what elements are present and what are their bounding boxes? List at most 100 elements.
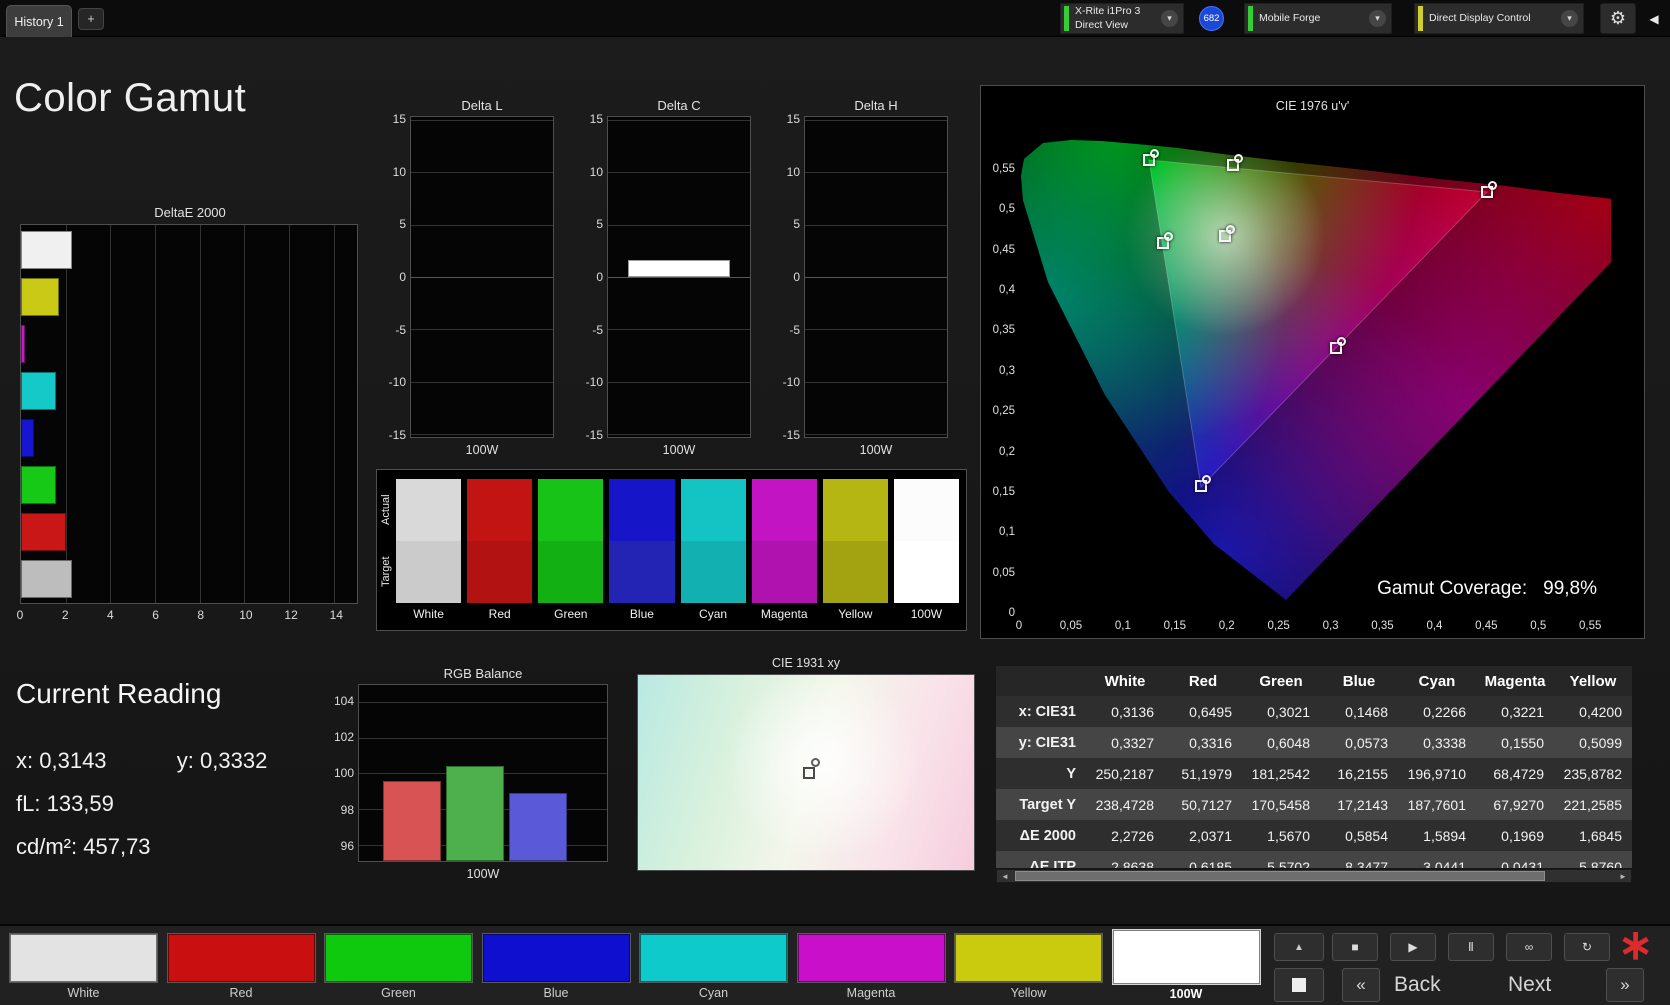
target-swatch bbox=[680, 541, 746, 603]
table-row-1: x: CIE31 0,3136 0,6495 0,3021 0,1468 0,2266 0,… bbox=[996, 696, 1632, 727]
rgb-gridline bbox=[359, 701, 607, 703]
delta-gridline bbox=[608, 172, 750, 174]
deltae-bar-gray-100w bbox=[21, 560, 72, 598]
cie-1931-xy-chart: CIE 1931 xy bbox=[637, 656, 975, 871]
deltae-x-tick: 12 bbox=[284, 608, 298, 622]
target-swatch bbox=[396, 541, 462, 603]
scroll-left-icon[interactable]: ◄ bbox=[997, 872, 1013, 881]
delta-y-tick: 5 bbox=[596, 217, 603, 232]
gamut-coverage-label: Gamut Coverage: bbox=[1377, 578, 1528, 599]
swatch-column-cyan: Cyan bbox=[680, 479, 746, 621]
collapse-panel-button[interactable]: ◀ bbox=[1642, 8, 1666, 30]
table-cell: 5,5702 bbox=[1267, 858, 1310, 869]
pattern-button-blue[interactable]: Blue bbox=[481, 933, 631, 1000]
table-cell: 0,2266 bbox=[1423, 703, 1466, 720]
measured-marker-green bbox=[1149, 148, 1159, 158]
add-tab-button[interactable]: + bbox=[78, 8, 104, 30]
transport-play-button[interactable]: ▶ bbox=[1390, 933, 1436, 961]
rgb-balance-plot bbox=[358, 684, 608, 862]
transport-stop-button[interactable]: ■ bbox=[1332, 933, 1378, 961]
table-cell: 0,3136 bbox=[1111, 703, 1154, 720]
table-row-5: ΔE 2000 2,2726 2,0371 1,5670 0,5854 1,5894 0,1… bbox=[996, 820, 1632, 851]
status-led-icon bbox=[1248, 6, 1253, 31]
fl-value: 133,59 bbox=[46, 791, 114, 816]
settings-button[interactable]: ⚙ bbox=[1600, 3, 1636, 34]
chevron-down-icon[interactable]: ▾ bbox=[1161, 10, 1178, 27]
meter-ddc-text: Direct Display Control bbox=[1429, 12, 1556, 26]
transport-continuous-button[interactable]: ∞ bbox=[1506, 933, 1552, 961]
next-button[interactable]: Next bbox=[1508, 968, 1551, 1002]
actual-swatch bbox=[609, 479, 675, 541]
target-swatch bbox=[893, 541, 959, 603]
cie-x-tick: 0,1 bbox=[1114, 620, 1131, 632]
table-cell: 5,8760 bbox=[1579, 858, 1622, 869]
table-cell: 16,2155 bbox=[1337, 765, 1388, 782]
delta-y-tick: 10 bbox=[786, 164, 800, 179]
pattern-button-yellow[interactable]: Yellow bbox=[954, 933, 1103, 1000]
transport-pause-button[interactable]: Ⅱ bbox=[1448, 933, 1494, 961]
actual-row-label: Actual bbox=[380, 494, 392, 526]
meter-mobile-forge[interactable]: Mobile Forge ▾ bbox=[1244, 3, 1392, 34]
table-cell: 0,6048 bbox=[1267, 734, 1310, 751]
row-label: ΔE 2000 bbox=[1019, 827, 1076, 844]
chevron-down-icon[interactable]: ▾ bbox=[1369, 10, 1386, 27]
delta-gridline bbox=[805, 381, 947, 383]
table-cell: 0,3021 bbox=[1267, 703, 1310, 720]
expand-pattern-panel-button[interactable]: ▲ bbox=[1274, 933, 1324, 961]
scroll-right-icon[interactable]: ► bbox=[1615, 872, 1631, 881]
pattern-button-red[interactable]: Red bbox=[166, 933, 316, 1000]
pattern-button-magenta[interactable]: Magenta bbox=[796, 933, 946, 1000]
calibration-app-window: History 1 + X-Rite i1Pro 3 Direct View ▾… bbox=[0, 0, 1670, 1005]
cie-x-tick: 0,4 bbox=[1426, 620, 1443, 632]
deltae-gridline bbox=[154, 225, 156, 603]
actual-swatch bbox=[467, 479, 533, 541]
current-reading-xy: x: 0,3143 y: 0,3332 bbox=[16, 748, 267, 774]
table-cell: 0,6495 bbox=[1189, 703, 1232, 720]
transport-loop-button[interactable]: ↻ bbox=[1564, 933, 1610, 961]
rgb-y-tick: 96 bbox=[340, 838, 354, 853]
up-arrow-icon: ▲ bbox=[1294, 941, 1304, 953]
delta-y-tick: 0 bbox=[399, 270, 406, 284]
pattern-window-button[interactable] bbox=[1274, 968, 1324, 1002]
delta-y-tick: -10 bbox=[782, 375, 800, 390]
rgb-balance-title: RGB Balance bbox=[443, 666, 523, 681]
cie-x-tick: 0,3 bbox=[1322, 620, 1339, 632]
delta-gridline bbox=[608, 329, 750, 331]
row-label: x: CIE31 bbox=[1018, 703, 1076, 720]
cie-y-tick: 0,4 bbox=[999, 284, 1015, 297]
cie-y-tick: 0,35 bbox=[992, 324, 1015, 337]
rgb-balance-chart: RGB Balance 104 102 100 98 96 100W bbox=[330, 666, 608, 881]
chromaticity-horseshoe bbox=[1021, 140, 1611, 600]
back-chevron-button[interactable]: « bbox=[1342, 968, 1380, 1002]
y-value: 0,3332 bbox=[200, 748, 268, 773]
table-cell: 0,1468 bbox=[1345, 703, 1388, 720]
gear-icon: ⚙ bbox=[1609, 8, 1627, 28]
deltae-x-tick: 6 bbox=[152, 608, 159, 622]
pattern-button-white[interactable]: White bbox=[9, 933, 158, 1000]
scrollbar-thumb[interactable] bbox=[1015, 871, 1545, 881]
target-swatch bbox=[609, 541, 675, 603]
scrollbar-track[interactable] bbox=[1013, 870, 1615, 882]
cie-x-tick: 0,15 bbox=[1163, 620, 1186, 632]
back-button[interactable]: Back bbox=[1394, 968, 1441, 1002]
delta-gridline bbox=[411, 433, 553, 435]
deltae-gridline bbox=[244, 225, 246, 603]
table-horizontal-scrollbar[interactable]: ◄ ► bbox=[996, 869, 1632, 883]
pattern-button-cyan[interactable]: Cyan bbox=[639, 933, 788, 1000]
row-label: Target Y bbox=[1019, 796, 1076, 813]
measured-marker-cyan bbox=[1164, 231, 1174, 241]
pattern-swatch bbox=[796, 933, 946, 983]
rgb-balance-x-label: 100W bbox=[466, 867, 500, 881]
pattern-button-green[interactable]: Green bbox=[324, 933, 473, 1000]
current-reading-section: Current Reading x: 0,3143 y: 0,3332 fL: … bbox=[16, 678, 267, 877]
cie-xy-measured-marker bbox=[810, 757, 820, 767]
next-chevron-button[interactable]: » bbox=[1606, 968, 1644, 1002]
chevron-down-icon[interactable]: ▾ bbox=[1561, 10, 1578, 27]
pattern-swatch bbox=[954, 933, 1103, 983]
meter-xrite-i1pro3[interactable]: X-Rite i1Pro 3 Direct View ▾ bbox=[1060, 3, 1184, 34]
tab-history-1[interactable]: History 1 bbox=[6, 5, 72, 37]
meter-mobile-forge-line1: Mobile Forge bbox=[1259, 11, 1321, 24]
pattern-button-100w[interactable]: 100W bbox=[1111, 929, 1261, 1001]
meter-direct-display-control[interactable]: Direct Display Control ▾ bbox=[1414, 3, 1584, 34]
pattern-label: 100W bbox=[1169, 987, 1203, 1001]
